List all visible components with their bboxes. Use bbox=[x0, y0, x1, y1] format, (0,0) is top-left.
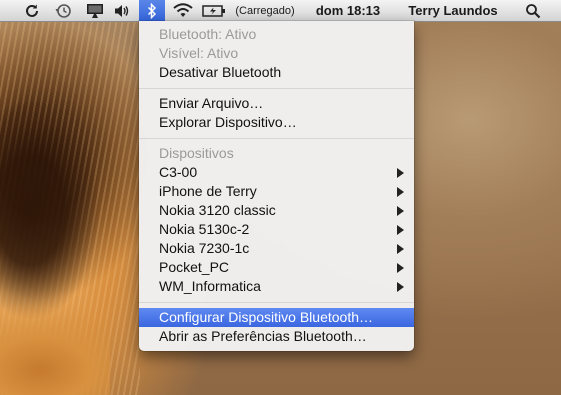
menu-separator bbox=[139, 138, 414, 139]
turn-off-bluetooth-item[interactable]: Desativar Bluetooth bbox=[139, 63, 414, 82]
submenu-arrow-icon bbox=[397, 282, 404, 292]
device-item-nokia-3120-classic[interactable]: Nokia 3120 classic bbox=[139, 201, 414, 220]
wifi-icon[interactable] bbox=[169, 0, 197, 21]
menu-bar: (Carregado) dom 18:13 Terry Laundos bbox=[0, 0, 561, 22]
device-item-nokia-7230-1c[interactable]: Nokia 7230-1c bbox=[139, 239, 414, 258]
device-item-pocket-pc[interactable]: Pocket_PC bbox=[139, 258, 414, 277]
bluetooth-menu: Bluetooth: Ativo Visível: Ativo Desativa… bbox=[139, 21, 414, 351]
bluetooth-icon[interactable] bbox=[139, 0, 165, 21]
device-label: iPhone de Terry bbox=[159, 183, 257, 199]
device-label: Pocket_PC bbox=[159, 259, 230, 275]
device-item-wm-informatica[interactable]: WM_Informatica bbox=[139, 277, 414, 296]
device-item-c3-00[interactable]: C3-00 bbox=[139, 163, 414, 182]
sync-icon[interactable] bbox=[20, 0, 44, 21]
setup-bluetooth-device-item[interactable]: Configurar Dispositivo Bluetooth… bbox=[139, 308, 414, 327]
wallpaper-lion-fur bbox=[0, 300, 110, 395]
time-machine-icon[interactable] bbox=[51, 0, 75, 21]
bluetooth-status: Bluetooth: Ativo bbox=[159, 26, 257, 42]
submenu-arrow-icon bbox=[397, 263, 404, 273]
submenu-arrow-icon bbox=[397, 244, 404, 254]
device-label: WM_Informatica bbox=[159, 278, 261, 294]
display-icon[interactable] bbox=[83, 0, 107, 21]
devices-header: Dispositivos bbox=[159, 145, 234, 161]
send-file-item[interactable]: Enviar Arquivo… bbox=[139, 94, 414, 113]
device-label: C3-00 bbox=[159, 164, 198, 180]
submenu-arrow-icon bbox=[397, 225, 404, 235]
menubar-clock[interactable]: dom 18:13 bbox=[308, 0, 388, 21]
device-label: Nokia 3120 classic bbox=[159, 202, 276, 218]
visible-status: Visível: Ativo bbox=[159, 45, 239, 61]
device-item-nokia-5130c-2[interactable]: Nokia 5130c-2 bbox=[139, 220, 414, 239]
device-label: Nokia 7230-1c bbox=[159, 240, 250, 256]
open-bluetooth-preferences-item[interactable]: Abrir as Preferências Bluetooth… bbox=[139, 327, 414, 346]
volume-icon[interactable] bbox=[111, 0, 133, 21]
submenu-arrow-icon bbox=[397, 168, 404, 178]
submenu-arrow-icon bbox=[397, 187, 404, 197]
menubar-user[interactable]: Terry Laundos bbox=[396, 0, 510, 21]
battery-icon[interactable] bbox=[201, 0, 227, 21]
device-item-iphone-de-terry[interactable]: iPhone de Terry bbox=[139, 182, 414, 201]
spotlight-search-icon[interactable] bbox=[520, 0, 546, 21]
browse-device-item[interactable]: Explorar Dispositivo… bbox=[139, 113, 414, 132]
menu-separator bbox=[139, 88, 414, 89]
battery-status-label: (Carregado) bbox=[235, 4, 295, 17]
menu-separator bbox=[139, 302, 414, 303]
device-label: Nokia 5130c-2 bbox=[159, 221, 250, 237]
submenu-arrow-icon bbox=[397, 206, 404, 216]
